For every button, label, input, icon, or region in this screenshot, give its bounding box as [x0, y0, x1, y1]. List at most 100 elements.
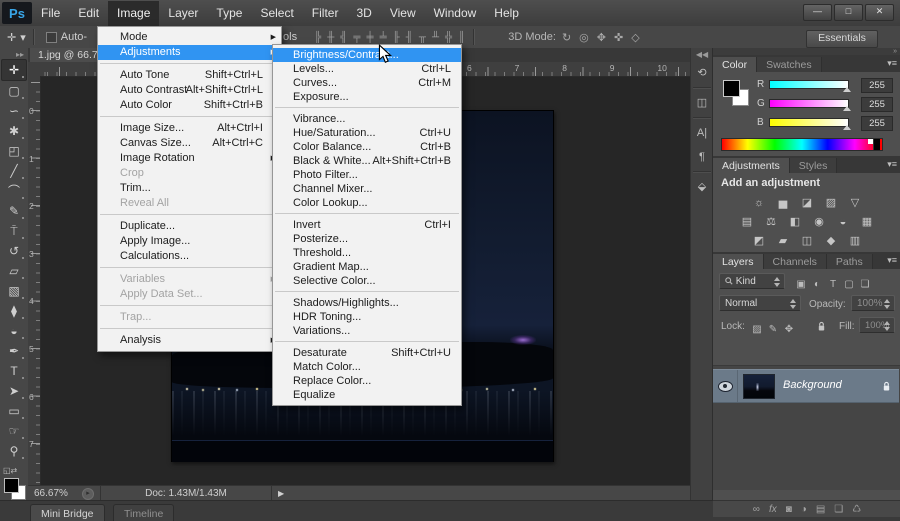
delete-layer-icon[interactable]: ♺ [852, 504, 861, 515]
menubar-item-layer[interactable]: Layer [159, 1, 207, 26]
slider-track[interactable] [769, 99, 849, 108]
menubar-item-view[interactable]: View [381, 1, 425, 26]
menu-item-adjustments[interactable]: Adjustments▶ [98, 45, 281, 60]
menu-item-trim[interactable]: Trim... [98, 181, 281, 196]
path-selection-tool[interactable]: ➤ [2, 381, 26, 401]
slider-thumb-icon[interactable] [843, 106, 851, 111]
align-button-0[interactable]: ╠ [314, 32, 321, 43]
menubar-item-edit[interactable]: Edit [69, 1, 108, 26]
submenu-item-channel-mixer[interactable]: Channel Mixer... [273, 182, 461, 196]
blur-tool[interactable]: ⧫ [2, 301, 26, 321]
menu-item-analysis[interactable]: Analysis▶ [98, 333, 281, 348]
crop-tool[interactable]: ◰ [2, 141, 26, 161]
layer-name[interactable]: Background [783, 379, 842, 391]
character-panel-icon[interactable]: A| [691, 121, 713, 145]
link-layers-icon[interactable]: ∞ [753, 504, 760, 515]
channel-value[interactable]: 255 [861, 97, 893, 112]
submenu-item-brightness-contrast[interactable]: Brightness/Contrast... [273, 48, 461, 62]
foreground-color-swatch[interactable] [4, 478, 19, 493]
align-button-11[interactable]: ║ [458, 32, 465, 43]
menu-item-apply-image[interactable]: Apply Image... [98, 234, 281, 249]
submenu-item-shadows-highlights[interactable]: Shadows/Highlights... [273, 296, 461, 310]
layer-visibility-cell[interactable] [713, 370, 738, 402]
slider-thumb-icon[interactable] [843, 87, 851, 92]
menu-item-image-size[interactable]: Image Size... Alt+Ctrl+I [98, 121, 281, 136]
channel-value[interactable]: 255 [861, 78, 893, 93]
status-icon[interactable]: ▸ [82, 487, 94, 500]
lock-position-icon[interactable]: ✥ [781, 324, 797, 335]
pixel-layer-filter-icon[interactable]: ▣ [793, 279, 809, 290]
opacity-dropdown[interactable]: 100% [851, 295, 895, 311]
slider-track[interactable] [769, 118, 849, 127]
adjustment-layer-filter-icon[interactable]: ◐ [809, 279, 825, 290]
submenu-item-levels[interactable]: Levels... Ctrl+L [273, 62, 461, 76]
pen-tool[interactable]: ✒ [2, 341, 26, 361]
background-layer-row[interactable]: Background [713, 369, 899, 403]
layer-group-icon[interactable]: ▤ [816, 504, 825, 515]
zoom-tool[interactable]: ⚲ [2, 441, 26, 461]
eyedropper-tool[interactable]: ╱ [2, 161, 26, 181]
align-button-10[interactable]: ╬ [445, 32, 452, 43]
shape-layer-filter-icon[interactable]: ▢ [841, 279, 857, 290]
hand-tool[interactable]: ☞ [2, 421, 26, 441]
tab-layers[interactable]: Layers [713, 254, 764, 270]
tool-preset-caret-icon[interactable]: ▾ [20, 31, 26, 44]
lock-transparency-icon[interactable]: ▨ [749, 324, 765, 335]
lasso-tool[interactable]: ∽ [2, 101, 26, 121]
dodge-tool[interactable]: ◒ [2, 321, 26, 341]
history-brush-tool[interactable]: ↺ [2, 241, 26, 261]
quick-selection-tool[interactable]: ✱ [2, 121, 26, 141]
exposure-icon[interactable]: ▨ [821, 196, 841, 211]
submenu-item-gradient-map[interactable]: Gradient Map... [273, 260, 461, 274]
align-button-2[interactable]: ╣ [340, 32, 347, 43]
submenu-item-variations[interactable]: Variations... [273, 324, 461, 338]
mini-bridge-tab[interactable]: Mini Bridge [30, 504, 105, 521]
menu-item-auto-color[interactable]: Auto Color Shift+Ctrl+B [98, 98, 281, 113]
tab-paths[interactable]: Paths [826, 254, 873, 270]
gradient-map-icon[interactable]: ◆ [821, 234, 841, 249]
threshold-icon[interactable]: ◫ [797, 234, 817, 249]
3d-mode-button-0[interactable]: ↻ [562, 31, 571, 44]
menubar-item-image[interactable]: Image [108, 0, 160, 26]
align-button-7[interactable]: ╢ [406, 32, 413, 43]
submenu-item-match-color[interactable]: Match Color... [273, 360, 461, 374]
submenu-item-selective-color[interactable]: Selective Color... [273, 274, 461, 288]
align-button-9[interactable]: ╨ [432, 32, 439, 43]
color-balance-icon[interactable]: ⚖ [761, 215, 781, 230]
workspace-switcher-button[interactable]: Essentials [806, 30, 878, 48]
tab-adjustments[interactable]: Adjustments [713, 158, 790, 174]
menubar-item-help[interactable]: Help [485, 1, 528, 26]
layer-filter-dropdown[interactable]: Kind [719, 273, 785, 289]
maximize-button[interactable]: □ [834, 4, 863, 21]
fill-dropdown[interactable]: 100% [859, 317, 895, 333]
align-button-8[interactable]: ╥ [419, 32, 426, 43]
layers-panel-menu-icon[interactable]: ▾≡ [887, 255, 897, 266]
move-tool[interactable]: ✛ [1, 59, 27, 81]
menubar-item-window[interactable]: Window [425, 1, 486, 26]
curves-icon[interactable]: ◪ [797, 196, 817, 211]
align-button-1[interactable]: ╫ [327, 32, 334, 43]
menubar-item-select[interactable]: Select [251, 1, 302, 26]
menubar-item-file[interactable]: File [32, 1, 69, 26]
invert-icon[interactable]: ◩ [749, 234, 769, 249]
menubar-item-type[interactable]: Type [207, 1, 251, 26]
slider-track[interactable] [769, 80, 849, 89]
menu-item-image-rotation[interactable]: Image Rotation▶ [98, 151, 281, 166]
submenu-item-threshold[interactable]: Threshold... [273, 246, 461, 260]
submenu-item-desaturate[interactable]: Desaturate Shift+Ctrl+U [273, 346, 461, 360]
lock-pixels-icon[interactable]: ✎ [765, 324, 781, 335]
photo-filter-icon[interactable]: ◉ [809, 215, 829, 230]
timeline-tab[interactable]: Timeline [113, 504, 175, 521]
submenu-item-replace-color[interactable]: Replace Color... [273, 374, 461, 388]
vibrance-icon[interactable]: ▽ [845, 196, 865, 211]
3d-mode-button-1[interactable]: ◎ [579, 31, 589, 44]
gradient-tool[interactable]: ▧ [2, 281, 26, 301]
3d-panel-icon[interactable]: ⬙ [691, 175, 713, 199]
layer-mask-icon[interactable]: ◙ [786, 504, 792, 515]
selective-color-icon[interactable]: ▥ [845, 234, 865, 249]
lock-all-button[interactable] [817, 319, 826, 337]
align-button-6[interactable]: ╟ [393, 32, 400, 43]
slider-thumb-icon[interactable] [843, 125, 851, 130]
brush-tool[interactable]: ✎ [2, 201, 26, 221]
channel-value[interactable]: 255 [861, 116, 893, 131]
